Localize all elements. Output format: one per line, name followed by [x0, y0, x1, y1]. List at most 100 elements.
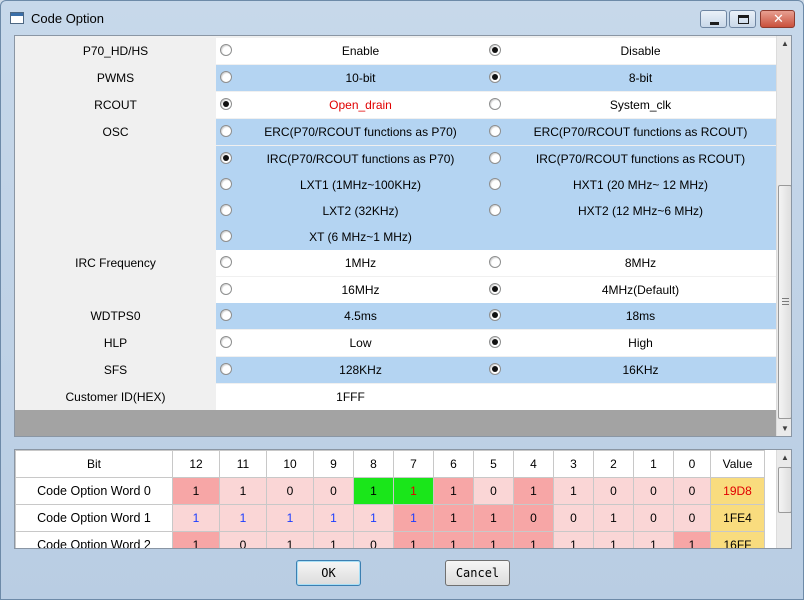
option-choice[interactable]: LXT1 (1MHz~100KHz) — [216, 172, 485, 198]
option-choice[interactable]: Enable — [216, 38, 485, 64]
bit-cell[interactable]: 1 — [433, 504, 474, 532]
radio-checked-icon[interactable] — [220, 152, 232, 164]
bit-cell[interactable]: 0 — [553, 504, 594, 532]
scrollbar-thumb[interactable] — [778, 467, 791, 513]
bit-cell[interactable]: 1 — [433, 477, 474, 505]
option-choice[interactable]: 16KHz — [485, 357, 776, 383]
scroll-down-arrow-icon[interactable]: ▼ — [777, 421, 791, 436]
bit-cell[interactable]: 0 — [633, 477, 674, 505]
option-choice[interactable]: LXT2 (32KHz) — [216, 198, 485, 224]
option-choice[interactable]: System_clk — [485, 92, 776, 118]
option-choice[interactable]: IRC(P70/RCOUT functions as RCOUT) — [485, 146, 776, 172]
cancel-button[interactable]: Cancel — [445, 560, 510, 586]
bit-cell[interactable]: 1 — [172, 531, 220, 548]
bit-cell[interactable]: 0 — [513, 504, 554, 532]
option-choice[interactable]: 10-bit — [216, 65, 485, 91]
bit-cell[interactable]: 0 — [353, 531, 394, 548]
radio-checked-icon[interactable] — [489, 363, 501, 375]
bit-cell[interactable]: 1 — [513, 477, 554, 505]
radio-checked-icon[interactable] — [489, 309, 501, 321]
bit-cell[interactable]: 0 — [633, 504, 674, 532]
option-choice[interactable]: 8-bit — [485, 65, 776, 91]
radio-unchecked-icon[interactable] — [220, 178, 232, 190]
option-choice[interactable]: HXT1 (20 MHz~ 12 MHz) — [485, 172, 776, 198]
bit-cell[interactable]: 0 — [313, 477, 354, 505]
radio-checked-icon[interactable] — [489, 283, 501, 295]
maximize-button[interactable] — [729, 10, 756, 28]
radio-checked-icon[interactable] — [489, 44, 501, 56]
bit-cell[interactable]: 1 — [593, 531, 634, 548]
bit-cell[interactable]: 1 — [313, 531, 354, 548]
scrollbar-thumb[interactable] — [778, 185, 791, 419]
bit-cell[interactable]: 1 — [266, 504, 314, 532]
radio-unchecked-icon[interactable] — [220, 44, 232, 56]
option-choice[interactable]: 16MHz — [216, 277, 485, 303]
radio-unchecked-icon[interactable] — [489, 256, 501, 268]
bit-cell[interactable]: 1 — [219, 477, 267, 505]
radio-unchecked-icon[interactable] — [489, 125, 501, 137]
option-choice[interactable]: Open_drain — [216, 92, 485, 118]
scroll-up-arrow-icon[interactable]: ▲ — [777, 36, 791, 52]
option-choice[interactable]: Disable — [485, 38, 776, 64]
bit-cell[interactable]: 1 — [553, 477, 594, 505]
option-choice[interactable]: 1MHz — [216, 250, 485, 276]
radio-unchecked-icon[interactable] — [220, 204, 232, 216]
option-choice[interactable]: HXT2 (12 MHz~6 MHz) — [485, 198, 776, 224]
bit-cell[interactable]: 1 — [513, 531, 554, 548]
option-choice[interactable]: ERC(P70/RCOUT functions as P70) — [216, 119, 485, 145]
bit-cell[interactable]: 1 — [353, 477, 394, 505]
ok-button[interactable]: OK — [296, 560, 361, 586]
radio-unchecked-icon[interactable] — [220, 256, 232, 268]
bit-cell[interactable]: 0 — [473, 477, 514, 505]
scroll-up-arrow-icon[interactable]: ▲ — [777, 450, 791, 466]
bit-cell[interactable]: 1 — [673, 531, 711, 548]
bit-cell[interactable]: 0 — [593, 477, 634, 505]
option-choice[interactable]: 4.5ms — [216, 303, 485, 329]
option-choice[interactable]: ERC(P70/RCOUT functions as RCOUT) — [485, 119, 776, 145]
bit-cell[interactable]: 1 — [393, 531, 434, 548]
close-button[interactable]: ✕ — [760, 10, 795, 28]
option-choice[interactable]: Low — [216, 330, 485, 356]
customer-id-value[interactable]: 1FFF — [216, 384, 776, 410]
radio-checked-icon[interactable] — [489, 71, 501, 83]
bit-cell[interactable]: 1 — [633, 531, 674, 548]
bit-cell[interactable]: 0 — [673, 477, 711, 505]
bits-vertical-scrollbar[interactable]: ▲ — [776, 450, 791, 548]
bit-cell[interactable]: 0 — [219, 531, 267, 548]
bit-cell[interactable]: 1 — [473, 531, 514, 548]
option-choice[interactable]: 128KHz — [216, 357, 485, 383]
radio-unchecked-icon[interactable] — [220, 309, 232, 321]
option-choice[interactable]: 8MHz — [485, 250, 776, 276]
bit-cell[interactable]: 1 — [266, 531, 314, 548]
radio-unchecked-icon[interactable] — [220, 125, 232, 137]
bit-cell[interactable]: 1 — [353, 504, 394, 532]
bit-cell[interactable]: 1 — [393, 504, 434, 532]
bit-cell[interactable]: 0 — [266, 477, 314, 505]
radio-unchecked-icon[interactable] — [220, 71, 232, 83]
bit-cell[interactable]: 1 — [219, 504, 267, 532]
option-choice[interactable]: High — [485, 330, 776, 356]
bit-cell[interactable]: 1 — [313, 504, 354, 532]
radio-unchecked-icon[interactable] — [220, 283, 232, 295]
option-choice[interactable]: IRC(P70/RCOUT functions as P70) — [216, 146, 485, 172]
radio-unchecked-icon[interactable] — [489, 98, 501, 110]
minimize-button[interactable] — [700, 10, 727, 28]
bit-cell[interactable]: 1 — [393, 477, 434, 505]
radio-unchecked-icon[interactable] — [489, 178, 501, 190]
bit-cell[interactable]: 1 — [172, 504, 220, 532]
bit-cell[interactable]: 1 — [593, 504, 634, 532]
option-choice[interactable]: 18ms — [485, 303, 776, 329]
radio-unchecked-icon[interactable] — [220, 363, 232, 375]
bit-cell[interactable]: 1 — [553, 531, 594, 548]
bit-cell[interactable]: 1 — [433, 531, 474, 548]
radio-checked-icon[interactable] — [220, 98, 232, 110]
options-vertical-scrollbar[interactable]: ▲ ▼ — [776, 36, 791, 436]
bit-cell[interactable]: 1 — [172, 477, 220, 505]
option-choice[interactable]: 4MHz(Default) — [485, 277, 776, 303]
radio-unchecked-icon[interactable] — [220, 336, 232, 348]
radio-unchecked-icon[interactable] — [220, 230, 232, 242]
bit-cell[interactable]: 1 — [473, 504, 514, 532]
radio-unchecked-icon[interactable] — [489, 152, 501, 164]
radio-unchecked-icon[interactable] — [489, 204, 501, 216]
bit-cell[interactable]: 0 — [673, 504, 711, 532]
